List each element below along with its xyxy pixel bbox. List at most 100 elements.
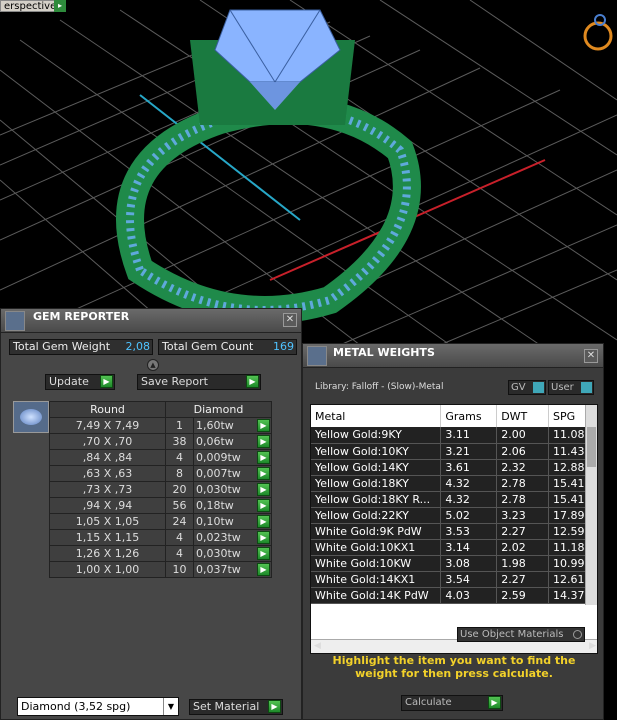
viewport-label[interactable]: erspective — [0, 0, 61, 12]
material-select[interactable]: Diamond (3,52 spg) ▼ — [17, 697, 179, 716]
round-gem-icon — [20, 409, 42, 425]
metal-weights-panel: METAL WEIGHTS ✕ Library: Falloff - (Slow… — [302, 343, 604, 720]
metal-cell: 3.08 — [440, 555, 498, 572]
metal-col-dwt[interactable]: DWT — [496, 405, 549, 427]
use-object-materials-radio-icon[interactable] — [573, 630, 582, 639]
set-material-button[interactable]: Set Material ▶ — [189, 699, 283, 715]
calculate-button[interactable]: Calculate ▶ — [401, 695, 503, 711]
metal-weights-title: METAL WEIGHTS — [333, 346, 435, 359]
application-window: erspective ▸ GEM REPORTER ✕ Total Gem We… — [0, 0, 617, 720]
gem-row-select-icon[interactable]: ▶ — [257, 515, 270, 528]
gem-weight-cell: 0,10tw ▶ — [193, 513, 272, 530]
gem-weight: 0,023tw — [196, 531, 241, 544]
gem-table-row[interactable]: ,73 X ,73 20 0,030tw ▶ — [49, 481, 272, 498]
gem-weight-cell: 0,023tw ▶ — [193, 529, 272, 546]
gem-row-select-icon[interactable]: ▶ — [257, 531, 270, 544]
metal-cell: 3.21 — [440, 443, 498, 460]
gv-toggle[interactable]: GV — [508, 380, 546, 395]
gem-reporter-close-button[interactable]: ✕ — [283, 313, 297, 327]
gem-weight: 0,037tw — [196, 563, 241, 576]
gem-table-row[interactable]: 1,05 X 1,05 24 0,10tw ▶ — [49, 513, 272, 530]
gem-row-select-icon[interactable]: ▶ — [257, 451, 270, 464]
metal-cell: 11.08 — [548, 427, 587, 444]
set-material-play-icon: ▶ — [268, 700, 281, 713]
metal-table-row[interactable]: White Gold:14KX1 3.54 2.27 12.61 — [311, 571, 587, 588]
metal-table-row[interactable]: White Gold:14K PdW 4.03 2.59 14.37 — [311, 587, 587, 604]
metal-table-row[interactable]: White Gold:9K PdW 3.53 2.27 12.59 — [311, 523, 587, 540]
gem-weight: 0,06tw — [196, 435, 234, 448]
metal-cell: 12.88 — [548, 459, 587, 476]
metal-table-row[interactable]: Yellow Gold:14KY 3.61 2.32 12.88 — [311, 459, 587, 476]
gem-table-row[interactable]: 1,26 X 1,26 4 0,030tw ▶ — [49, 545, 272, 562]
metal-cell: 2.78 — [496, 475, 549, 492]
gem-table-row[interactable]: ,84 X ,84 4 0,009tw ▶ — [49, 449, 272, 466]
save-report-button[interactable]: Save Report ▶ — [137, 374, 261, 390]
chevron-down-icon[interactable]: ▼ — [163, 698, 178, 715]
metal-table-row[interactable]: Yellow Gold:10KY 3.21 2.06 11.43 — [311, 443, 587, 460]
gem-table-row[interactable]: ,70 X ,70 38 0,06tw ▶ — [49, 433, 272, 450]
metal-cell: 3.23 — [496, 507, 549, 524]
gem-row-select-icon[interactable]: ▶ — [257, 563, 270, 576]
gem-shape-thumbnail[interactable] — [13, 401, 49, 433]
metal-weights-close-button[interactable]: ✕ — [584, 349, 598, 363]
vertical-scrollbar-thumb[interactable] — [587, 427, 596, 467]
gem-table: Round Diamond 7,49 X 7,49 1 1,60tw ▶ ,70 X ,… — [49, 401, 272, 578]
update-button[interactable]: Update ▶ — [45, 374, 115, 390]
metal-cell: Yellow Gold:22KY — [311, 507, 442, 524]
gem-reporter-titlebar[interactable]: GEM REPORTER ✕ — [1, 309, 301, 333]
metal-table-row[interactable]: Yellow Gold:9KY 3.11 2.00 11.08 — [311, 427, 587, 444]
gem-row-select-icon[interactable]: ▶ — [257, 483, 270, 496]
gem-table-row[interactable]: ,63 X ,63 8 0,007tw ▶ — [49, 465, 272, 482]
gem-table-row[interactable]: ,94 X ,94 56 0,18tw ▶ — [49, 497, 272, 514]
gem-weight-cell: 0,030tw ▶ — [193, 481, 272, 498]
metal-table-row[interactable]: Yellow Gold:18KY R... 4.32 2.78 15.41 — [311, 491, 587, 508]
metal-table-row[interactable]: White Gold:10KW 3.08 1.98 10.99 — [311, 555, 587, 572]
metal-cell: Yellow Gold:10KY — [311, 443, 442, 460]
use-object-materials-toggle[interactable]: Use Object Materials — [457, 627, 585, 642]
metal-cell: 3.61 — [440, 459, 498, 476]
metal-table-row[interactable]: Yellow Gold:22KY 5.02 3.23 17.89 — [311, 507, 587, 524]
metal-cell: 11.43 — [548, 443, 587, 460]
hint-text: Highlight the item you want to find the … — [332, 654, 576, 680]
metal-col-spg[interactable]: SPG — [548, 405, 587, 427]
gem-reporter-title: GEM REPORTER — [33, 310, 130, 323]
metal-cell: 3.53 — [440, 523, 498, 540]
metal-cell: 17.89 — [548, 507, 587, 524]
gem-count: 1 — [165, 417, 194, 434]
gem-row-select-icon[interactable]: ▶ — [257, 419, 270, 432]
gv-indicator-icon — [533, 382, 544, 393]
scroll-right-icon[interactable]: ▶ — [589, 640, 596, 652]
gem-size: ,73 X ,73 — [49, 481, 166, 498]
gem-table-row[interactable]: 7,49 X 7,49 1 1,60tw ▶ — [49, 417, 272, 434]
metal-cell: 3.14 — [440, 539, 498, 556]
metal-cell: 12.59 — [548, 523, 587, 540]
gem-row-select-icon[interactable]: ▶ — [257, 499, 270, 512]
update-button-label: Update — [49, 375, 89, 388]
metal-cell: Yellow Gold:18KY — [311, 475, 442, 492]
metal-table-row[interactable]: Yellow Gold:18KY 4.32 2.78 15.41 — [311, 475, 587, 492]
scroll-left-icon[interactable]: ◀ — [314, 640, 321, 652]
metal-table-row[interactable]: White Gold:10KX1 3.14 2.02 11.18 — [311, 539, 587, 556]
viewport-menu-button[interactable]: ▸ — [54, 0, 66, 12]
gem-table-row[interactable]: 1,00 X 1,00 10 0,037tw ▶ — [49, 561, 272, 578]
gem-row-select-icon[interactable]: ▶ — [257, 467, 270, 480]
metal-cell: 5.02 — [440, 507, 498, 524]
metal-col-metal[interactable]: Metal — [311, 405, 442, 427]
metal-cell: 1.98 — [496, 555, 549, 572]
gem-size: 1,00 X 1,00 — [49, 561, 166, 578]
gem-row-select-icon[interactable]: ▶ — [257, 547, 270, 560]
metal-weights-titlebar[interactable]: METAL WEIGHTS ✕ — [303, 344, 603, 368]
total-gem-count-label: Total Gem Count — [162, 340, 254, 353]
gem-weight: 1,60tw — [196, 419, 234, 432]
metal-cell: 2.27 — [496, 571, 549, 588]
gem-size: 1,15 X 1,15 — [49, 529, 166, 546]
user-toggle[interactable]: User — [548, 380, 594, 395]
vertical-scrollbar[interactable] — [585, 405, 597, 605]
gem-weight: 0,007tw — [196, 467, 241, 480]
collapse-toggle-icon[interactable]: ▲ — [147, 359, 159, 371]
gem-row-select-icon[interactable]: ▶ — [257, 435, 270, 448]
gem-table-row[interactable]: 1,15 X 1,15 4 0,023tw ▶ — [49, 529, 272, 546]
metal-col-grams[interactable]: Grams — [440, 405, 498, 427]
gv-label: GV — [511, 382, 526, 393]
use-object-materials-label: Use Object Materials — [460, 629, 564, 640]
